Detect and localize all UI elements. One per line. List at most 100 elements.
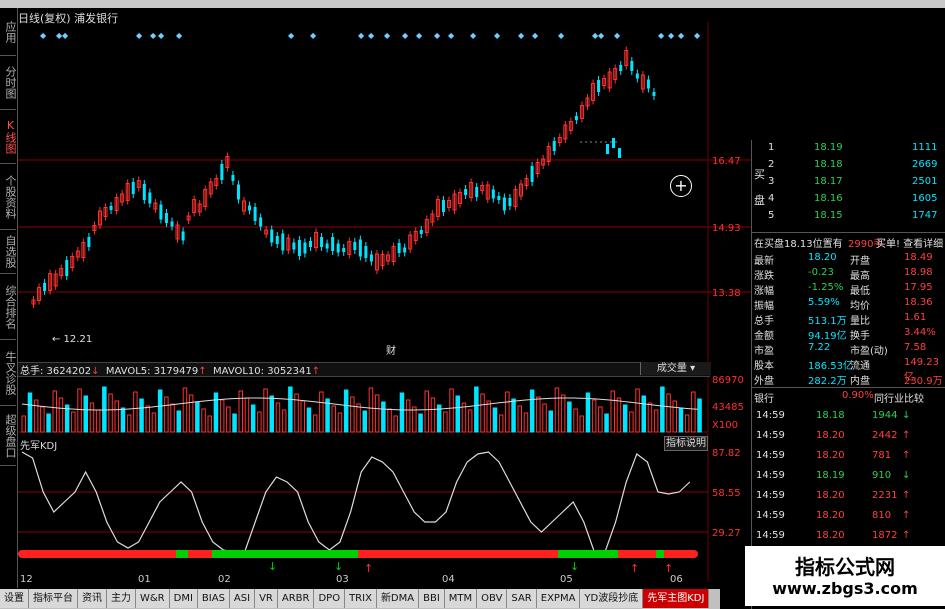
quote-value: -0.23 (808, 267, 834, 278)
indicator-tab[interactable]: TRIX (345, 589, 377, 608)
indicator-tab[interactable]: 资讯 (78, 589, 107, 608)
indicator-tab[interactable]: DPO (314, 589, 346, 608)
candle-body (259, 217, 263, 227)
candle-body (308, 241, 312, 247)
order-book-row[interactable]: 4 18.16 1605 (752, 191, 945, 208)
candle-body (403, 247, 407, 253)
volume-bar (641, 395, 646, 433)
indicator-tab[interactable]: YD波段抄底 (580, 589, 644, 608)
indicator-tab[interactable]: EXPMA (536, 589, 581, 608)
order-book-row[interactable]: 5 18.15 1747 (752, 208, 945, 225)
top-menu-bar[interactable] (0, 0, 945, 8)
volume-bar (616, 397, 622, 433)
indicator-tab[interactable]: ARBR (277, 589, 315, 608)
volume-bar (393, 415, 398, 433)
side-tab-apps[interactable]: 应用 (0, 8, 17, 56)
industry-pct: 0.90% (842, 390, 874, 401)
order-book-row[interactable]: 1 18.19 1111 (752, 140, 945, 157)
indicator-tab[interactable]: 新DMA (376, 589, 420, 608)
volume-tick-label: X100 (712, 420, 738, 431)
x-axis-label: 05 (560, 574, 573, 585)
watermark-url: www.zbgs3.com (772, 579, 918, 598)
candle-body (220, 164, 224, 180)
candle-body (508, 198, 512, 206)
volume-bar (95, 409, 101, 433)
order-book-row[interactable]: 2 18.18 2669 (752, 157, 945, 174)
diamond-marker: ◆ (176, 31, 183, 40)
indicator-tab[interactable]: DMI (169, 589, 198, 608)
volume-legend: 总手: 3624202↓ MAVOL5: 3179479↑ MAVOL10: 3… (20, 362, 320, 377)
indicator-tab[interactable]: VR (255, 589, 278, 608)
volume-bar (58, 397, 64, 433)
buy-arrow-icon: ↓ (268, 560, 277, 573)
candle-body (297, 240, 301, 256)
indicator-tab[interactable]: 先军主图KDJ (643, 589, 710, 608)
volume-bar (567, 401, 572, 433)
candle-body (170, 221, 174, 227)
order-info-button[interactable]: 买单! 查看详细 (876, 235, 943, 250)
indicator-tab[interactable]: ASI (229, 589, 256, 608)
crosshair-plus-icon[interactable]: + (670, 175, 692, 197)
side-tab-diagnosis[interactable]: 牛叉诊股 (0, 340, 17, 406)
side-tab-intraday[interactable]: 分时图 (0, 56, 17, 110)
up-arrow-icon: ↑ (198, 366, 207, 377)
side-tab-kline[interactable]: K线图 (0, 110, 17, 164)
order-book-row[interactable]: 3 18.17 2501 (752, 174, 945, 191)
side-tab-watchlist[interactable]: 自选股 (0, 230, 17, 274)
candle-body (364, 246, 368, 258)
volume-bar (666, 393, 671, 433)
volume-bar (511, 398, 516, 433)
indicator-tab[interactable]: 指标平台 (29, 589, 78, 608)
candle-body (635, 73, 639, 79)
volume-indicator-select[interactable]: 成交量 ▾ (640, 362, 711, 375)
diamond-marker: ◆ (518, 31, 525, 40)
indicator-tab[interactable]: 设置 (0, 589, 29, 608)
volume-bar (374, 394, 380, 433)
indicator-help-button[interactable]: 指标说明 (664, 436, 708, 451)
candle-body (292, 242, 296, 250)
volume-bar (257, 411, 262, 433)
industry-compare-button[interactable]: 同行业比较 (874, 390, 924, 405)
candle-body (248, 205, 252, 211)
signal-bar-bull (176, 550, 188, 558)
volume-tick-label: 86970 (712, 375, 744, 386)
volume-bar (145, 405, 150, 433)
side-tab-super-panel[interactable]: 超级盘口 (0, 406, 17, 466)
trade-row: 14:59 18.18 1944 ↓ (752, 408, 945, 425)
order-price: 18.18 (814, 159, 843, 170)
signal-bar-bull (308, 550, 358, 558)
indicator-tab[interactable]: OBV (477, 589, 508, 608)
order-level: 2 (768, 159, 775, 170)
volume-bar (629, 411, 634, 433)
diamond-marker: ◆ (158, 31, 165, 40)
volume-bar (52, 390, 57, 433)
volume-bar (108, 393, 113, 433)
buy-arrow-icon: ↓ (334, 560, 343, 573)
candle-body (369, 254, 373, 262)
candle-body (142, 184, 146, 200)
indicator-tab[interactable]: SAR (507, 589, 537, 608)
side-tab-ranking[interactable]: 综合排名 (0, 274, 17, 340)
diamond-marker: ◆ (402, 31, 409, 40)
candle-body (612, 138, 615, 148)
candle-body (281, 233, 285, 251)
volume-bar (474, 386, 479, 433)
side-tab-stock-info[interactable]: 个股资料 (0, 164, 17, 230)
candle-body (87, 237, 91, 247)
indicator-tab[interactable]: BBI (419, 589, 445, 608)
indicator-tab[interactable]: MTM (444, 589, 478, 608)
volume-bar (40, 406, 45, 433)
candle-body (342, 248, 346, 252)
kdj-tick-label: 87.82 (712, 448, 741, 459)
kline-chart-area[interactable]: 16.4714.9313.38◆ ◆ ◆ ◆ ◆ ◆ ◆ ◆ ◆ ◆ ◆ ◆ ◆ ◆ ◆ ◆ ◆ ◆ ◆ ◆ ◆ ◆ ◆ ◆ ◆… (18, 22, 751, 589)
candle-body (325, 243, 329, 249)
volume-bar (672, 400, 677, 433)
indicator-tab[interactable]: 主力 (107, 589, 136, 608)
volume-bar (678, 407, 684, 433)
volume-bar (114, 400, 119, 433)
indicator-tab[interactable]: W&R (136, 589, 170, 608)
trade-price: 18.19 (816, 470, 845, 481)
signal-bar-bull (558, 550, 618, 558)
indicator-tab[interactable]: BIAS (197, 589, 230, 608)
watermark: 指标公式网 www.zbgs3.com (745, 546, 945, 606)
